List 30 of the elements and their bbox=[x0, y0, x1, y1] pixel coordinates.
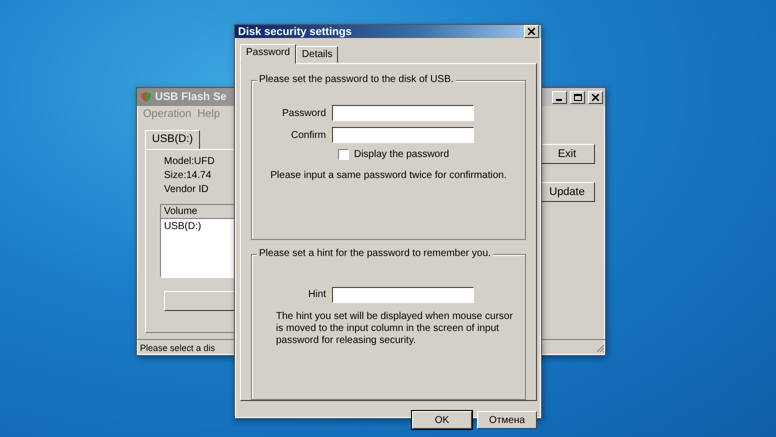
dialog-button[interactable]: OK bbox=[412, 411, 472, 429]
dialog-title: Disk security settings bbox=[238, 26, 352, 38]
status-text: Please select a dis bbox=[140, 342, 216, 352]
tab[interactable]: USB(D:) bbox=[145, 130, 200, 150]
close-icon bbox=[592, 94, 599, 100]
info-text: Model:UFD bbox=[164, 156, 216, 167]
group-title: Please set the password to the disk of USB. bbox=[257, 74, 456, 85]
shield-icon bbox=[140, 91, 152, 103]
input-field[interactable] bbox=[332, 286, 474, 303]
show-password-checkbox[interactable]: Display the password bbox=[338, 149, 450, 160]
field-label: Hint bbox=[307, 289, 326, 300]
window-title: USB Flash Se bbox=[155, 91, 227, 103]
field-label: Confirm bbox=[290, 130, 326, 140]
instruction-text: Please input a same password twice for confirmation. bbox=[270, 170, 507, 181]
close-button[interactable] bbox=[524, 25, 539, 38]
tab[interactable]: Details bbox=[296, 46, 338, 63]
resize-grip-icon bbox=[595, 342, 605, 352]
input-field[interactable] bbox=[332, 105, 474, 121]
input-field[interactable] bbox=[332, 127, 474, 143]
info-text: Vendor ID bbox=[164, 184, 210, 195]
instruction-text: The hint you set will be displayed when mouse cursor is moved to the input column in the screen of input password for releasing security. bbox=[275, 310, 514, 347]
close-icon bbox=[528, 28, 535, 35]
side-button[interactable]: Update bbox=[539, 182, 595, 202]
info-text: Size:14.74 bbox=[164, 170, 212, 181]
group-title: Please set a hint for the password to remember you. bbox=[257, 248, 493, 259]
field-label: Password bbox=[281, 108, 326, 118]
maximize-icon bbox=[574, 94, 582, 100]
dialog-button[interactable]: Отмена bbox=[477, 411, 537, 429]
tab[interactable]: Password bbox=[240, 44, 296, 64]
side-button[interactable]: Exit bbox=[539, 144, 595, 164]
